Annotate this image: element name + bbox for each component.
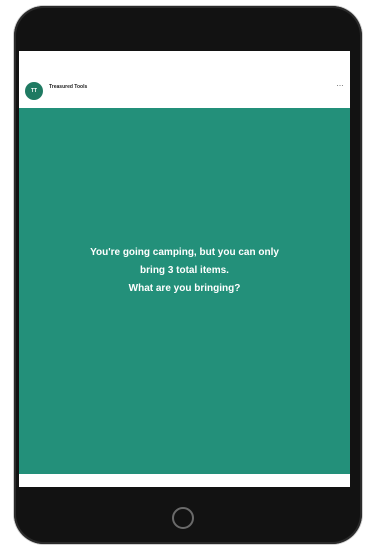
more-options-icon[interactable]: ⋯ <box>334 81 346 93</box>
post-prompt: You're going camping, but you can only b… <box>29 244 340 298</box>
post-image: You're going camping, but you can only b… <box>19 108 350 474</box>
prompt-line: What are you bringing? <box>128 283 241 294</box>
device-screen: TT Treasured Tools ⋯ You're going campin… <box>19 51 350 487</box>
account-name[interactable]: Treasured Tools <box>49 84 87 90</box>
prompt-line: You're going camping, but you can only <box>90 247 279 258</box>
avatar[interactable]: TT <box>25 82 43 100</box>
home-button[interactable] <box>172 507 194 529</box>
post-header: TT Treasured Tools ⋯ <box>19 51 350 106</box>
prompt-line: bring 3 total items. <box>140 265 229 276</box>
